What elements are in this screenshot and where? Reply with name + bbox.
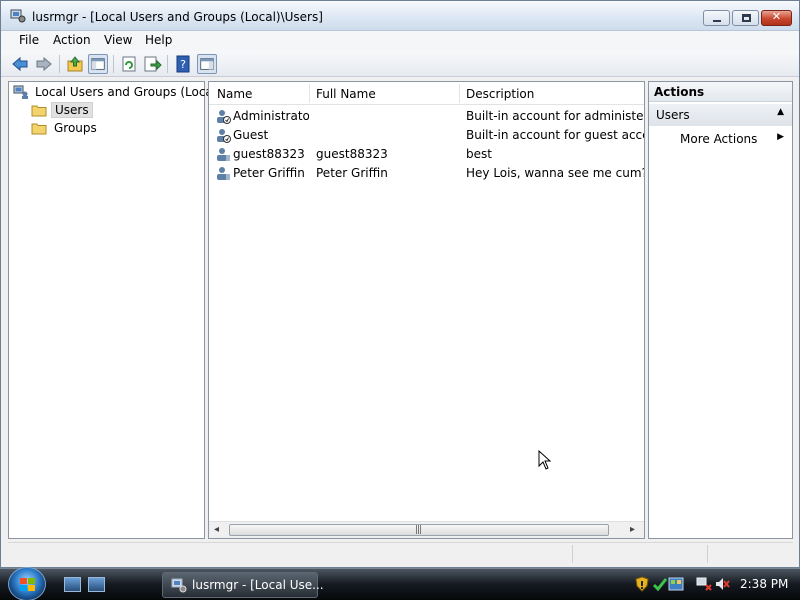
minimize-button[interactable] (703, 10, 730, 26)
toolbar-separator (167, 55, 168, 73)
column-header-full-name[interactable]: Full Name (316, 87, 376, 101)
cell-name: Administrator (233, 109, 309, 123)
tree-root[interactable]: Local Users and Groups (Local) (13, 84, 221, 100)
clock[interactable]: 2:38 PM (740, 577, 788, 591)
user-icon (217, 167, 230, 180)
minimize-icon (713, 20, 721, 22)
toolbar-separator (113, 55, 114, 73)
taskbar-button-lusrmgr[interactable]: lusrmgr - [Local Use... (162, 572, 324, 598)
menu-file[interactable]: File (17, 33, 41, 47)
user-icon (217, 148, 230, 161)
folder-icon (31, 123, 47, 135)
user-disabled-icon (217, 110, 231, 124)
status-bar (8, 542, 793, 564)
windows-logo-icon (20, 578, 35, 591)
actions-group-users[interactable]: Users ▲ (649, 104, 792, 126)
refresh-icon[interactable] (119, 54, 139, 74)
security-shield-icon[interactable] (634, 576, 650, 592)
mmc-window: lusrmgr - [Local Users and Groups (Local… (0, 0, 800, 568)
actions-header: Actions (649, 82, 792, 102)
more-actions-item[interactable]: More Actions ▶ (649, 130, 792, 148)
menu-help[interactable]: Help (143, 33, 174, 47)
windows-update-icon[interactable] (668, 576, 684, 592)
collapse-icon[interactable]: ▲ (777, 107, 784, 117)
users-list: Name Full Name Description Administrator… (208, 81, 645, 539)
cell-description: best (466, 147, 492, 161)
close-button[interactable]: ✕ (761, 10, 792, 26)
maximize-icon (742, 14, 751, 22)
cell-name: Peter Griffin (233, 166, 305, 180)
user-disabled-icon (217, 129, 231, 143)
scrollbar-thumb[interactable]: ||| (229, 524, 609, 536)
table-row[interactable]: Guest Built-in account for guest access … (209, 126, 644, 145)
taskbar-button-label: lusrmgr - [Local Use... (192, 578, 324, 592)
cell-full-name: Peter Griffin (316, 166, 388, 180)
list-header: Name Full Name Description (209, 82, 644, 105)
cell-description: Built-in account for guest access t (466, 128, 644, 142)
table-row[interactable]: guest88323 guest88323 best (209, 145, 644, 164)
back-arrow-icon[interactable] (10, 54, 30, 74)
show-desktop-icon[interactable] (64, 577, 81, 592)
switch-windows-icon[interactable] (88, 577, 105, 592)
column-header-name[interactable]: Name (217, 87, 252, 101)
mouse-cursor-icon (538, 450, 552, 470)
actions-group-label: Users (656, 108, 690, 122)
horizontal-scrollbar[interactable]: ◂ ||| ▸ (209, 521, 644, 538)
svg-text:?: ? (180, 58, 186, 71)
tree-root-label: Local Users and Groups (Local) (35, 85, 221, 99)
show-hide-action-pane-icon[interactable] (197, 54, 217, 74)
tree-item-groups[interactable]: Groups (31, 120, 151, 136)
computer-management-icon (171, 578, 187, 593)
actions-title: Actions (654, 85, 705, 99)
toolbar: ? (1, 51, 799, 77)
scrollbar-grip: ||| (415, 525, 422, 535)
table-row[interactable]: Administrator Built-in account for admin… (209, 107, 644, 126)
folder-icon (31, 105, 47, 117)
column-divider[interactable] (459, 84, 460, 103)
status-cell (572, 545, 707, 563)
up-folder-icon[interactable] (65, 54, 85, 74)
volume-muted-icon[interactable] (714, 576, 730, 592)
actions-pane: Actions Users ▲ More Actions ▶ (648, 81, 793, 539)
toolbar-separator (59, 55, 60, 73)
scroll-right-icon[interactable]: ▸ (630, 524, 635, 535)
cell-name: Guest (233, 128, 269, 142)
menu-bar: File Action View Help (1, 31, 799, 51)
forward-arrow-icon[interactable] (34, 54, 54, 74)
tree-item-groups-label: Groups (54, 121, 97, 135)
table-row[interactable]: Peter Griffin Peter Griffin Hey Lois, wa… (209, 164, 644, 183)
tree-item-users-label: Users (51, 102, 93, 118)
scroll-left-icon[interactable]: ◂ (214, 524, 219, 535)
tree-item-users[interactable]: Users (31, 102, 151, 118)
computer-users-icon (13, 85, 28, 99)
show-hide-tree-icon[interactable] (88, 54, 108, 74)
console-tree: Local Users and Groups (Local) Users Gro… (8, 81, 221, 539)
taskbar: lusrmgr - [Local Use... 2:38 PM (0, 567, 800, 600)
submenu-arrow-icon: ▶ (777, 132, 784, 142)
start-button[interactable] (8, 567, 46, 600)
menu-view[interactable]: View (102, 33, 134, 47)
cell-name: guest88323 (233, 147, 305, 161)
update-check-icon[interactable] (652, 576, 668, 592)
maximize-button[interactable] (732, 10, 759, 26)
status-cell (707, 545, 792, 563)
cell-full-name: guest88323 (316, 147, 388, 161)
column-header-description[interactable]: Description (466, 87, 534, 101)
close-icon: ✕ (771, 10, 782, 23)
export-list-icon[interactable] (142, 54, 162, 74)
column-divider[interactable] (309, 84, 310, 103)
window-title: lusrmgr - [Local Users and Groups (Local… (32, 10, 323, 24)
title-bar[interactable]: lusrmgr - [Local Users and Groups (Local… (1, 1, 799, 31)
cell-description: Built-in account for administering (466, 109, 644, 123)
menu-action[interactable]: Action (51, 33, 93, 47)
network-disconnected-icon[interactable] (696, 576, 712, 592)
cell-description: Hey Lois, wanna see me cum? (466, 166, 644, 180)
computer-management-icon (10, 9, 26, 23)
more-actions-label: More Actions (680, 132, 758, 146)
help-icon[interactable]: ? (173, 54, 193, 74)
